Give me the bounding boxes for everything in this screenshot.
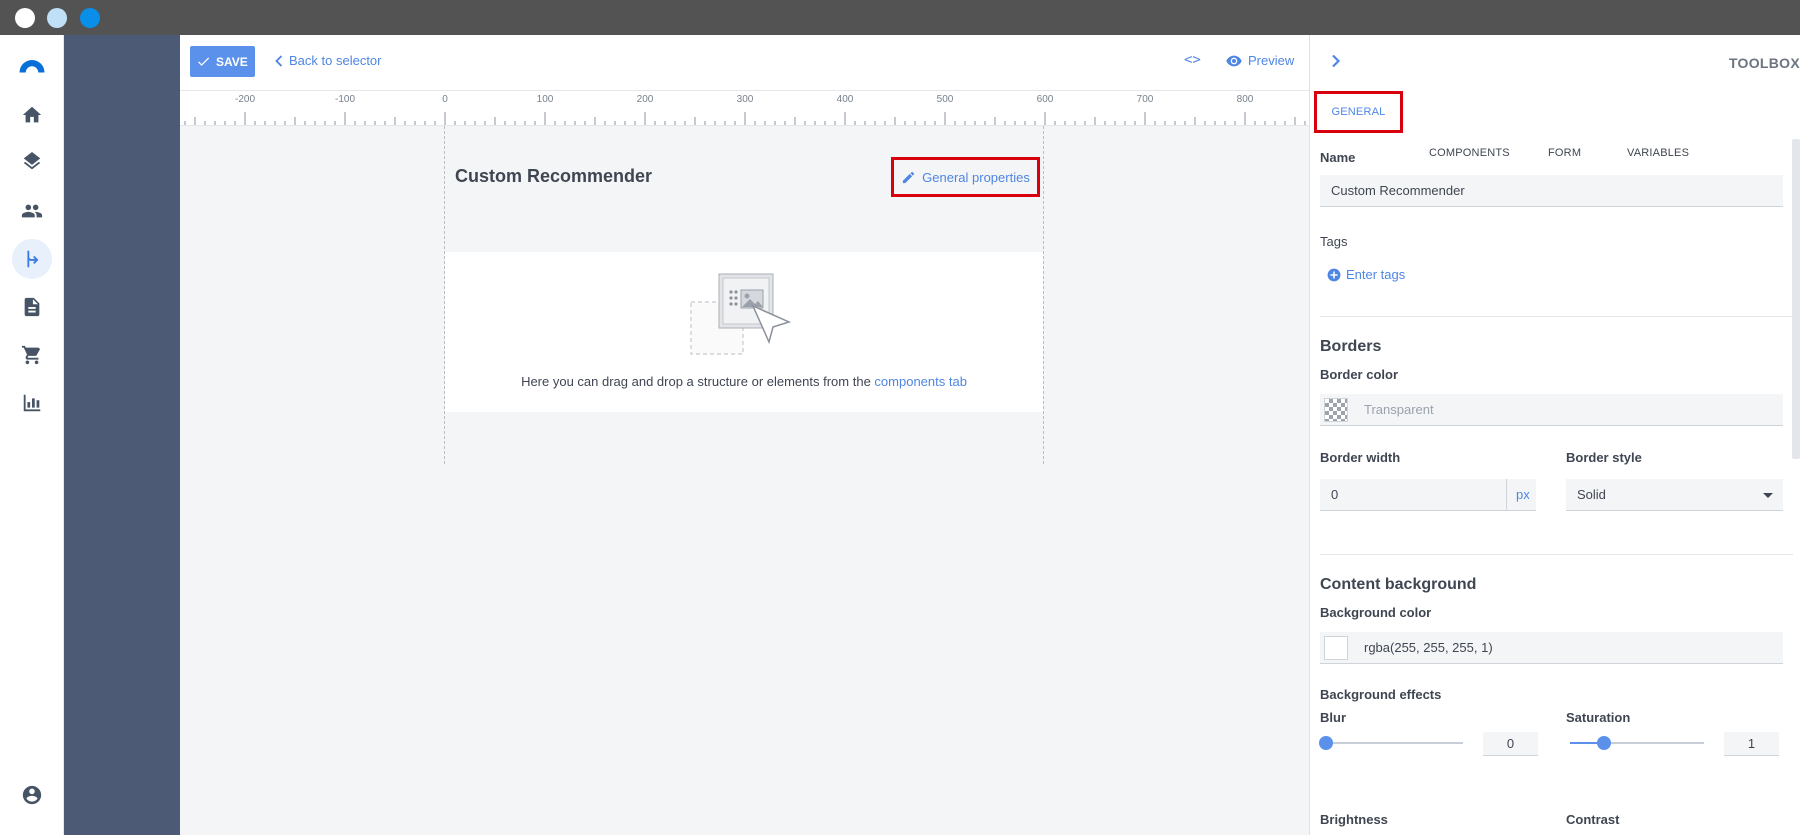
window-close-dot[interactable] bbox=[15, 8, 35, 28]
ruler-label: -200 bbox=[234, 94, 256, 105]
borders-heading: Borders bbox=[1320, 338, 1382, 355]
ruler-label: 300 bbox=[736, 94, 754, 105]
check-icon bbox=[198, 57, 210, 66]
back-link-label: Back to selector bbox=[289, 53, 382, 68]
enter-tags-label: Enter tags bbox=[1346, 267, 1406, 282]
editor-toolbar: SAVE Back to selector <> Preview bbox=[180, 35, 1309, 90]
cart-icon[interactable] bbox=[12, 335, 52, 375]
caret-down-icon bbox=[1763, 493, 1773, 498]
ruler-label: 100 bbox=[536, 94, 554, 105]
transparent-swatch[interactable] bbox=[1324, 398, 1348, 422]
content-background-heading: Content background bbox=[1320, 576, 1477, 593]
save-button[interactable]: SAVE bbox=[190, 46, 255, 77]
logo-icon[interactable] bbox=[12, 45, 52, 85]
ruler-label: 0 bbox=[442, 94, 448, 105]
drag-drop-illustration-icon bbox=[690, 273, 792, 355]
chart-icon[interactable] bbox=[12, 383, 52, 423]
ruler-label: -100 bbox=[334, 94, 356, 105]
save-button-label: SAVE bbox=[216, 54, 248, 69]
canvas-header: Custom Recommender General properties bbox=[445, 126, 1043, 212]
drop-zone[interactable]: Here you can drag and drop a structure o… bbox=[445, 252, 1043, 412]
editor-area: SAVE Back to selector <> Preview -200 -1… bbox=[180, 35, 1309, 835]
flow-icon[interactable] bbox=[12, 239, 52, 279]
border-color-value: Transparent bbox=[1364, 402, 1434, 417]
people-icon[interactable] bbox=[12, 191, 52, 231]
home-icon[interactable] bbox=[12, 95, 52, 135]
border-color-input[interactable]: Transparent bbox=[1320, 394, 1783, 426]
name-input[interactable]: Custom Recommender bbox=[1320, 175, 1783, 207]
white-swatch[interactable] bbox=[1324, 636, 1348, 660]
background-effects-label: Background effects bbox=[1320, 687, 1442, 702]
saturation-label: Saturation bbox=[1566, 710, 1631, 725]
back-to-selector-link[interactable]: Back to selector bbox=[275, 53, 382, 68]
tab-components[interactable]: COMPONENTS bbox=[1429, 147, 1510, 159]
pencil-icon bbox=[903, 171, 915, 183]
preview-button[interactable]: Preview bbox=[1226, 53, 1294, 68]
code-view-button[interactable]: <> bbox=[1184, 52, 1201, 68]
border-width-value: 0 bbox=[1331, 487, 1339, 502]
contrast-label: Contrast bbox=[1566, 812, 1620, 827]
layers-icon[interactable] bbox=[12, 143, 52, 183]
window-titlebar bbox=[0, 0, 1800, 35]
border-width-input[interactable]: 0 px bbox=[1320, 479, 1536, 511]
horizontal-ruler: -200 -100 0 100 200 300 400 500 600 700 … bbox=[180, 90, 1309, 126]
ruler-label: 800 bbox=[1236, 94, 1254, 105]
divider bbox=[1320, 316, 1793, 317]
plus-circle-icon bbox=[1327, 268, 1341, 281]
eye-icon bbox=[1226, 55, 1242, 66]
name-label: Name bbox=[1320, 150, 1356, 165]
background-color-value: rgba(255, 255, 255, 1) bbox=[1364, 640, 1493, 655]
toolbox-title: TOOLBOX bbox=[1728, 55, 1800, 71]
secondary-sidebar bbox=[64, 35, 180, 835]
enter-tags-button[interactable]: Enter tags bbox=[1327, 267, 1405, 282]
tab-variables[interactable]: VARIABLES bbox=[1627, 147, 1689, 159]
unit-divider bbox=[1506, 479, 1507, 511]
ruler-label: 700 bbox=[1136, 94, 1154, 105]
general-properties-button[interactable]: General properties bbox=[891, 157, 1040, 197]
collapse-toolbox-button[interactable] bbox=[1331, 54, 1341, 71]
divider bbox=[1320, 554, 1793, 555]
ruler-label: 500 bbox=[936, 94, 954, 105]
background-color-label: Background color bbox=[1320, 605, 1432, 620]
document-icon[interactable] bbox=[12, 287, 52, 327]
chevron-right-icon bbox=[1332, 54, 1341, 68]
window-maximize-dot[interactable] bbox=[80, 8, 100, 28]
toolbox-tabs: COMPONENTS FORM VARIABLES bbox=[1310, 88, 1800, 159]
tab-form[interactable]: FORM bbox=[1548, 147, 1581, 159]
ruler-label: 400 bbox=[836, 94, 854, 105]
email-canvas: Custom Recommender General properties He bbox=[444, 126, 1044, 464]
blur-slider-knob[interactable] bbox=[1319, 736, 1333, 750]
border-style-select[interactable]: Solid bbox=[1566, 479, 1783, 511]
tags-label: Tags bbox=[1320, 234, 1348, 249]
page-title: Custom Recommender bbox=[455, 166, 653, 186]
saturation-value-input[interactable]: 1 bbox=[1724, 732, 1779, 756]
ruler-label: 200 bbox=[636, 94, 654, 105]
general-properties-label: General properties bbox=[922, 169, 1030, 185]
chevron-left-icon bbox=[275, 54, 283, 67]
dropzone-hint: Here you can drag and drop a structure o… bbox=[445, 374, 1043, 389]
blur-slider-track[interactable] bbox=[1324, 742, 1463, 744]
saturation-slider-knob[interactable] bbox=[1597, 736, 1611, 750]
ruler-label: 600 bbox=[1036, 94, 1054, 105]
components-tab-link[interactable]: components tab bbox=[874, 374, 967, 389]
border-color-label: Border color bbox=[1320, 367, 1399, 382]
icon-rail bbox=[0, 35, 64, 835]
blur-value-input[interactable]: 0 bbox=[1483, 732, 1538, 756]
account-icon[interactable] bbox=[12, 775, 52, 815]
toolbox-panel: TOOLBOX GENERAL COMPONENTS FORM VARIABLE… bbox=[1309, 35, 1800, 835]
border-style-label: Border style bbox=[1566, 450, 1642, 465]
preview-label: Preview bbox=[1248, 53, 1295, 68]
brightness-label: Brightness bbox=[1320, 812, 1388, 827]
border-width-unit: px bbox=[1516, 487, 1530, 502]
toolbox-scrollbar[interactable] bbox=[1792, 139, 1800, 459]
dropzone-hint-text: Here you can drag and drop a structure o… bbox=[521, 374, 875, 389]
border-style-value: Solid bbox=[1577, 487, 1606, 502]
window-minimize-dot[interactable] bbox=[47, 8, 67, 28]
background-color-input[interactable]: rgba(255, 255, 255, 1) bbox=[1320, 632, 1783, 664]
blur-label: Blur bbox=[1320, 710, 1346, 725]
border-width-label: Border width bbox=[1320, 450, 1401, 465]
